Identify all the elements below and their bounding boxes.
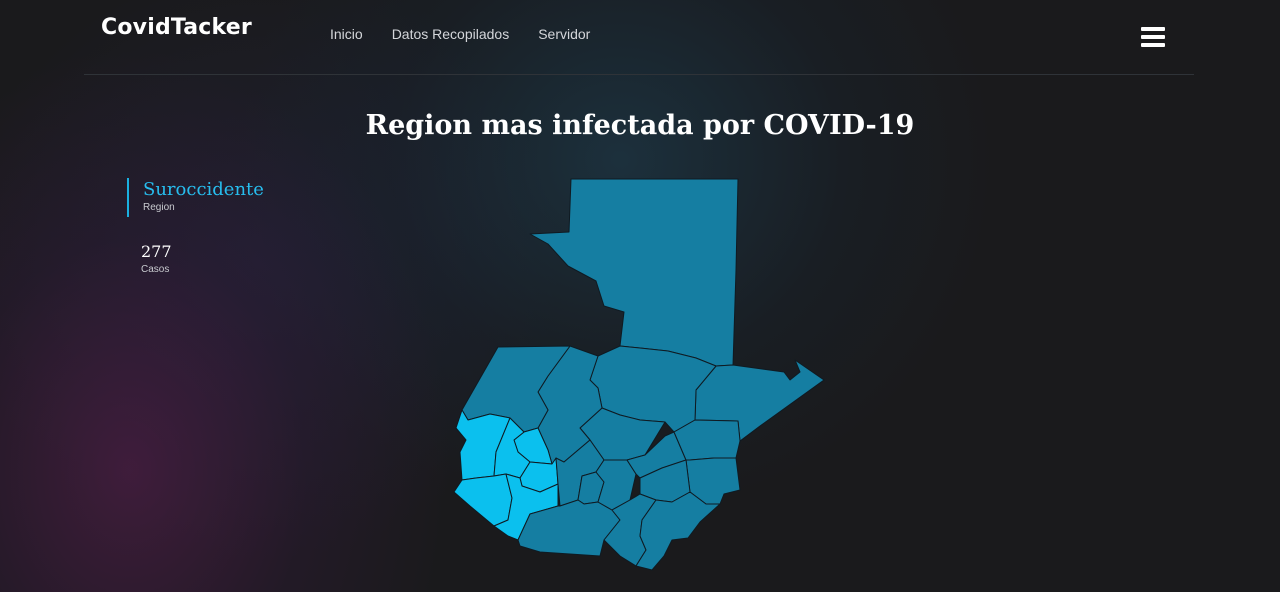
guatemala-map: [453, 178, 825, 571]
region-value: Suroccidente: [143, 179, 264, 200]
cases-stat: 277 Casos: [127, 240, 172, 276]
page-title: Region mas infectada por COVID-19: [365, 110, 915, 141]
menu-bar: [1141, 27, 1165, 31]
region-label: Region: [143, 202, 175, 213]
cases-value: 277: [141, 242, 172, 261]
nav-links: Inicio Datos Recopilados Servidor: [330, 26, 590, 42]
brand-logo[interactable]: CovidTacker: [101, 15, 252, 40]
nav-link-inicio[interactable]: Inicio: [330, 26, 363, 42]
department-retalhuleu[interactable]: [453, 473, 513, 527]
department-zacapa[interactable]: [673, 419, 741, 461]
menu-bar: [1141, 35, 1165, 39]
region-stat: Suroccidente Region: [127, 178, 264, 217]
menu-bar: [1141, 43, 1165, 47]
cases-label: Casos: [141, 264, 170, 275]
navbar: CovidTacker Inicio Datos Recopilados Ser…: [84, 0, 1194, 75]
nav-link-servidor[interactable]: Servidor: [538, 26, 590, 42]
department-peten[interactable]: [529, 178, 739, 367]
nav-link-datos-recopilados[interactable]: Datos Recopilados: [392, 26, 510, 42]
hamburger-menu-icon[interactable]: [1141, 27, 1165, 49]
